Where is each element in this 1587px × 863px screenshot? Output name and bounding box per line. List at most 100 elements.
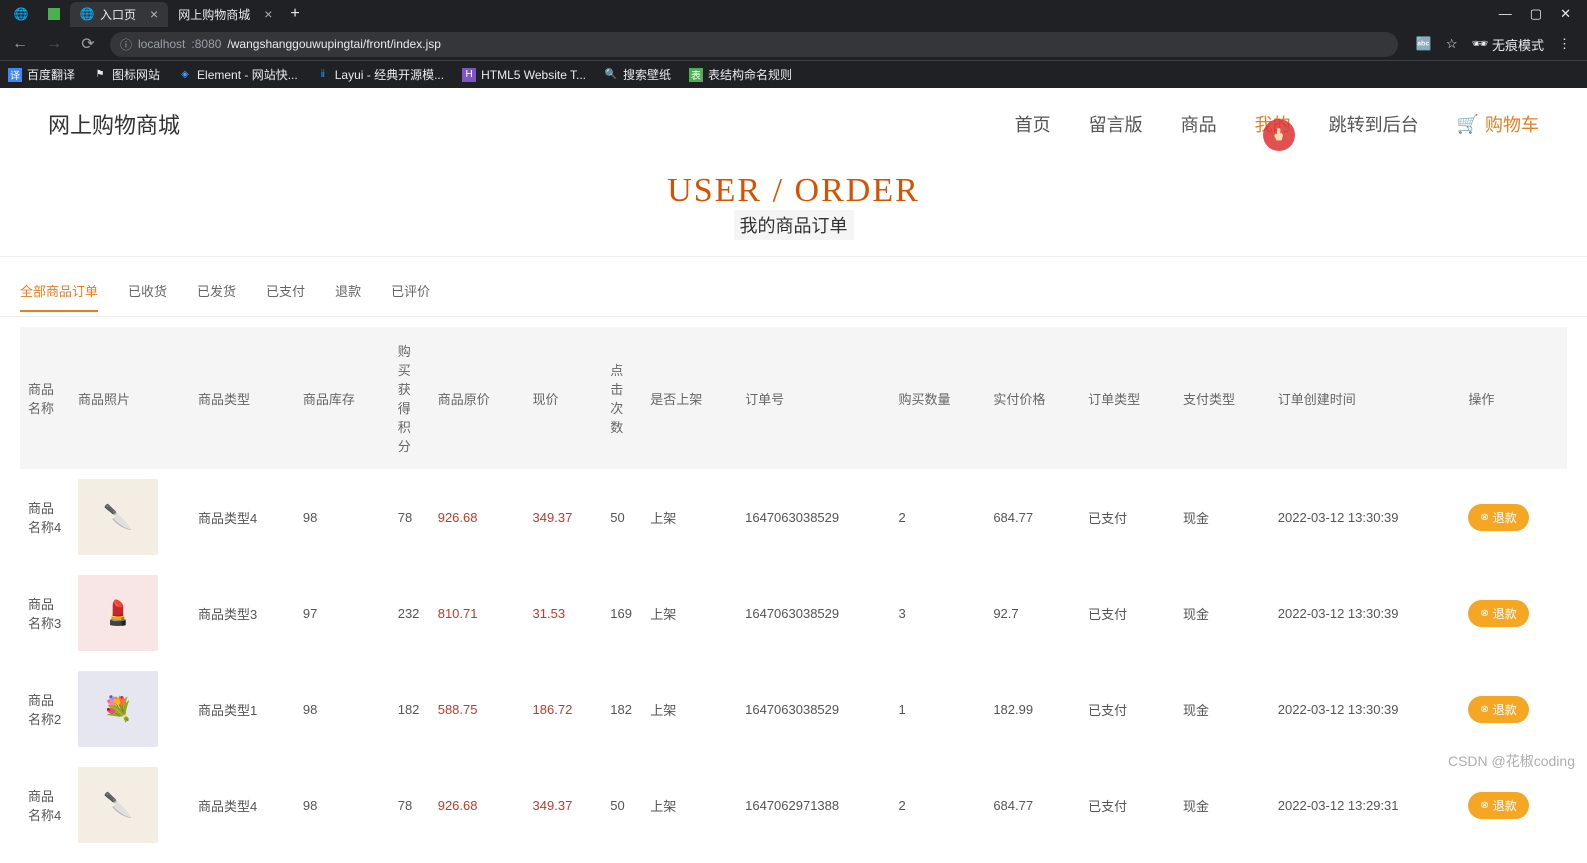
table-row: 商品名称3 💄 商品类型3 97 232 810.71 31.53 169 上架… <box>20 565 1567 661</box>
back-button[interactable]: ← <box>8 35 32 53</box>
close-window-icon[interactable]: ✕ <box>1560 6 1571 22</box>
menu-icon[interactable]: ⋮ <box>1558 36 1571 52</box>
th-orig: 商品原价 <box>430 327 525 469</box>
flag-icon: ⚑ <box>93 68 107 82</box>
cell-type: 商品类型3 <box>190 565 295 661</box>
bookmarks-bar: 译百度翻译 ⚑ 图标网站 ◈Element - 网站快... ⅱLayui - 经… <box>0 60 1587 88</box>
product-image[interactable]: 🔪 <box>78 479 158 555</box>
th-created: 订单创建时间 <box>1270 327 1461 469</box>
tab-paid[interactable]: 已支付 <box>266 275 305 312</box>
bookmark-html5[interactable]: HHTML5 Website T... <box>462 68 586 82</box>
close-icon[interactable]: × <box>150 6 158 22</box>
cart-icon: 🛒 <box>1457 114 1479 135</box>
cell-ordertype: 已支付 <box>1080 661 1175 757</box>
refund-icon: ⊗ <box>1480 800 1488 811</box>
th-now: 现价 <box>525 327 603 469</box>
th-onshelf: 是否上架 <box>642 327 737 469</box>
forward-button[interactable]: → <box>42 35 66 53</box>
element-icon: ◈ <box>178 68 192 82</box>
app-icon <box>48 8 60 20</box>
translate-icon[interactable]: 🔤 <box>1416 36 1432 52</box>
cell-photo: 🔪 <box>70 757 190 853</box>
tab-reviewed[interactable]: 已评价 <box>391 275 430 312</box>
cell-orderno: 1647063038529 <box>737 469 890 565</box>
product-image[interactable]: 💐 <box>78 671 158 747</box>
tabs-bar: 🌐 🌐 入口页 × 网上购物商城 × + — ▢ ✕ <box>0 0 1587 28</box>
incognito-label: 无痕模式 <box>1492 35 1544 54</box>
tab-shipped[interactable]: 已发货 <box>197 275 236 312</box>
cell-created: 2022-03-12 13:30:39 <box>1270 469 1461 565</box>
tab-refund[interactable]: 退款 <box>335 275 361 312</box>
maximize-icon[interactable]: ▢ <box>1530 6 1542 22</box>
tab-all-orders[interactable]: 全部商品订单 <box>20 275 98 312</box>
product-image[interactable]: 💄 <box>78 575 158 651</box>
bookmark-label: 图标网站 <box>112 66 160 83</box>
cell-type: 商品类型4 <box>190 469 295 565</box>
refund-button[interactable]: ⊗退款 <box>1468 696 1528 723</box>
nav-mine[interactable]: 我的 <box>1255 111 1291 137</box>
browser-chrome: 🌐 🌐 入口页 × 网上购物商城 × + — ▢ ✕ ← → ⟳ ⓘ local… <box>0 0 1587 88</box>
cursor-indicator-icon <box>1263 119 1295 151</box>
cell-clicks: 169 <box>602 565 642 661</box>
cell-orig-price: 926.68 <box>430 469 525 565</box>
bookmark-label: 搜索壁纸 <box>623 66 671 83</box>
cell-clicks: 50 <box>602 757 642 853</box>
search-icon: 🔍 <box>604 68 618 82</box>
cell-stock: 97 <box>295 565 390 661</box>
bookmark-icons[interactable]: ⚑ 图标网站 <box>93 66 160 83</box>
star-icon[interactable]: ☆ <box>1446 36 1458 52</box>
nav-home[interactable]: 首页 <box>1015 111 1051 137</box>
url-port: :8080 <box>191 37 221 51</box>
site-logo[interactable]: 网上购物商城 <box>48 108 180 140</box>
globe-icon: 🌐 <box>80 7 94 21</box>
th-type: 商品类型 <box>190 327 295 469</box>
url-input[interactable]: ⓘ localhost:8080/wangshanggouwupingtai/f… <box>110 32 1398 57</box>
cell-ordertype: 已支付 <box>1080 469 1175 565</box>
cell-paid: 182.99 <box>985 661 1080 757</box>
cell-orig-price: 588.75 <box>430 661 525 757</box>
cell-points: 182 <box>390 661 430 757</box>
nav-admin[interactable]: 跳转到后台 <box>1329 111 1419 137</box>
nav-msgboard[interactable]: 留言版 <box>1089 111 1143 137</box>
page-title-block: USER / ORDER 我的商品订单 <box>0 160 1587 248</box>
bookmark-label: 表结构命名规则 <box>708 66 792 83</box>
refund-icon: ⊗ <box>1480 512 1488 523</box>
cell-action: ⊗退款 <box>1460 661 1567 757</box>
refund-button[interactable]: ⊗退款 <box>1468 792 1528 819</box>
cell-name: 商品名称4 <box>20 757 70 853</box>
cell-paid: 684.77 <box>985 469 1080 565</box>
tab-received[interactable]: 已收货 <box>128 275 167 312</box>
incognito-badge[interactable]: 🕶 无痕模式 <box>1471 35 1544 54</box>
bookmark-baidu[interactable]: 译百度翻译 <box>8 66 75 83</box>
nav-cart[interactable]: 🛒 购物车 <box>1457 111 1539 137</box>
cell-paytype: 现金 <box>1175 469 1270 565</box>
new-tab-button[interactable]: + <box>282 5 307 23</box>
th-points: 购买获得积分 <box>390 327 430 469</box>
cell-photo: 💄 <box>70 565 190 661</box>
cell-clicks: 50 <box>602 469 642 565</box>
cell-paytype: 现金 <box>1175 661 1270 757</box>
bookmark-layui[interactable]: ⅱLayui - 经典开源模... <box>316 66 444 83</box>
product-image[interactable]: 🔪 <box>78 767 158 843</box>
tab-shop[interactable]: 网上购物商城 × <box>168 2 282 27</box>
bookmark-element[interactable]: ◈Element - 网站快... <box>178 66 298 83</box>
refund-button[interactable]: ⊗退款 <box>1468 600 1528 627</box>
th-ordertype: 订单类型 <box>1080 327 1175 469</box>
cell-onshelf: 上架 <box>642 757 737 853</box>
bookmark-label: Layui - 经典开源模... <box>335 66 444 83</box>
refund-button[interactable]: ⊗退款 <box>1468 504 1528 531</box>
close-icon[interactable]: × <box>264 6 272 22</box>
cell-clicks: 182 <box>602 661 642 757</box>
tab-system[interactable]: 🌐 <box>4 3 38 25</box>
minimize-icon[interactable]: — <box>1499 6 1512 22</box>
th-action: 操作 <box>1460 327 1567 469</box>
nav-products[interactable]: 商品 <box>1181 111 1217 137</box>
tab-app[interactable] <box>38 4 70 24</box>
page-content: 网上购物商城 首页 留言版 商品 我的 跳转到后台 🛒 购物车 USER / O… <box>0 88 1587 853</box>
cell-photo: 💐 <box>70 661 190 757</box>
tab-entry[interactable]: 🌐 入口页 × <box>70 2 168 27</box>
bookmark-naming[interactable]: 表表结构命名规则 <box>689 66 792 83</box>
cell-created: 2022-03-12 13:30:39 <box>1270 565 1461 661</box>
reload-button[interactable]: ⟳ <box>76 34 100 54</box>
bookmark-wallpaper[interactable]: 🔍 搜索壁纸 <box>604 66 671 83</box>
